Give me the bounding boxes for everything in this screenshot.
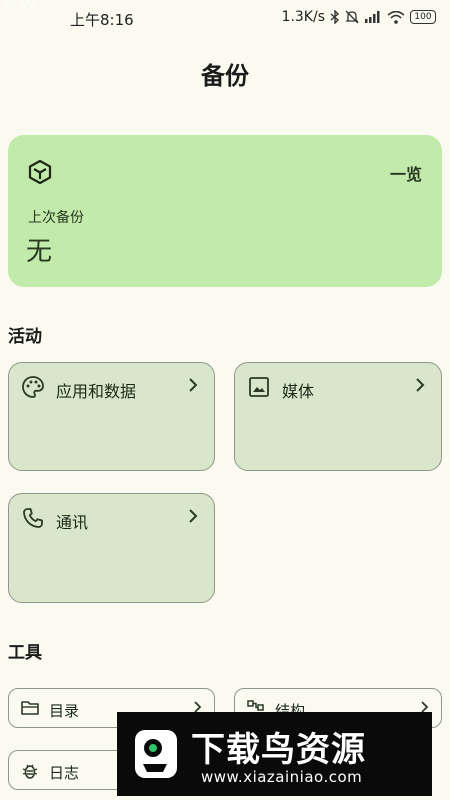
tool-directory-label: 目录 <box>49 702 80 720</box>
battery-icon: 100 <box>410 10 436 24</box>
last-backup-label: 上次备份 <box>28 210 84 226</box>
watermark-banner: 下载鸟资源 www.xiazainiao.com <box>117 712 432 796</box>
watermark-url: www.xiazainiao.com <box>201 768 363 786</box>
tile-media-label: 媒体 <box>282 382 315 401</box>
image-icon <box>249 377 269 397</box>
status-time: 上午8:16 <box>70 11 134 29</box>
cube-icon <box>28 159 52 185</box>
palette-icon <box>22 376 44 398</box>
backup-summary-card[interactable]: 一览 上次备份 无 <box>8 135 442 287</box>
status-bar: 8:16 上午8:16 1.3K/s 100 <box>0 0 450 38</box>
phone-icon <box>23 508 43 528</box>
tool-log-label: 日志 <box>49 764 80 782</box>
network-speed: 1.3K/s <box>281 9 325 25</box>
signal-icon <box>365 11 380 23</box>
tile-media[interactable]: 媒体 <box>234 362 442 471</box>
folder-icon <box>21 701 39 715</box>
tile-apps-data[interactable]: 应用和数据 <box>8 362 215 471</box>
chevron-right-icon <box>189 378 198 392</box>
tile-apps-data-label: 应用和数据 <box>56 382 137 401</box>
tools-heading: 工具 <box>8 643 42 663</box>
status-ghost-text: 8:16 <box>4 0 36 10</box>
last-backup-value: 无 <box>26 237 53 267</box>
tile-communication-label: 通讯 <box>56 513 89 532</box>
chevron-right-icon <box>189 509 198 523</box>
tile-communication[interactable]: 通讯 <box>8 493 215 603</box>
bird-logo-icon <box>135 730 177 778</box>
watermark-brand: 下载鸟资源 <box>191 730 366 770</box>
status-icons: 1.3K/s 100 <box>282 9 436 25</box>
overview-link[interactable]: 一览 <box>390 161 422 185</box>
page-title: 备份 <box>201 62 249 90</box>
chevron-right-icon <box>416 378 425 392</box>
bug-icon <box>22 764 38 779</box>
bluetooth-icon <box>330 10 340 24</box>
activity-heading: 活动 <box>8 327 42 347</box>
mute-icon <box>345 10 359 24</box>
wifi-icon <box>387 10 405 24</box>
